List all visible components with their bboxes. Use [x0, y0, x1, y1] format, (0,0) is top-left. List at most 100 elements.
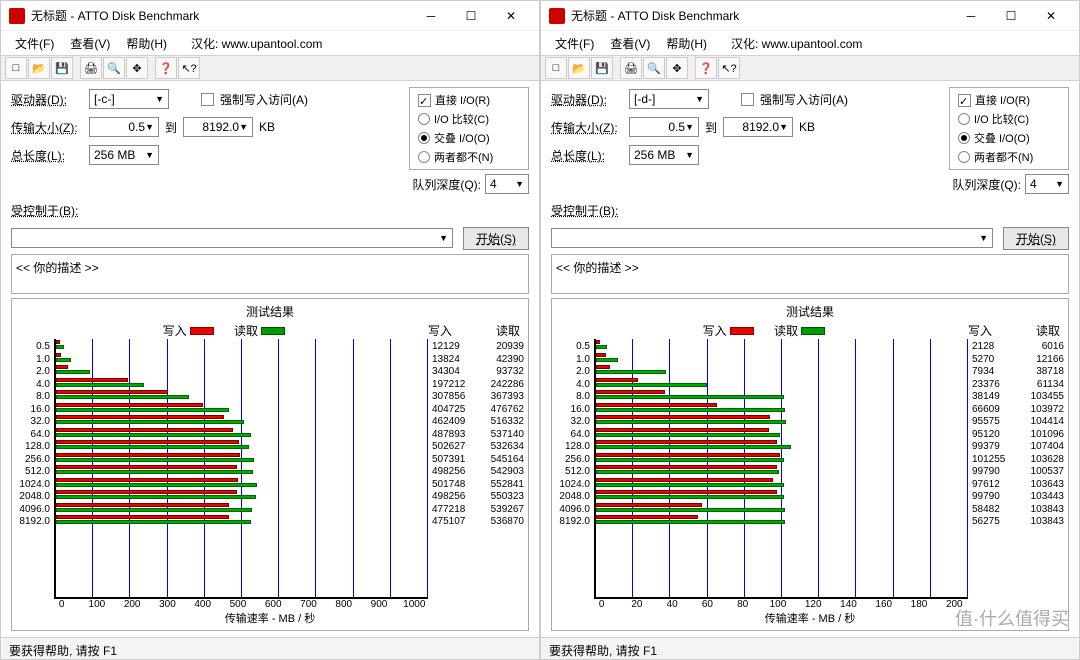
io-frame: ✓直接 I/O(R) I/O 比较(C) 交叠 I/O(O) 两者都不(N)	[949, 87, 1069, 170]
minimize-button[interactable]: ─	[951, 2, 991, 30]
value-row: 502627532634	[432, 441, 524, 454]
write-bar	[56, 490, 237, 494]
value-row: 404725476762	[432, 404, 524, 417]
col-headers: 写入读取	[968, 322, 1060, 339]
write-bar	[56, 465, 237, 469]
value-row: 99790100537	[972, 466, 1064, 479]
x-tick: 300	[150, 599, 185, 610]
toolbar-button[interactable]: ↖?	[178, 57, 200, 79]
start-button[interactable]: 开始(S)	[463, 227, 529, 250]
y-tick: 32.0	[16, 416, 50, 429]
controlled-select[interactable]: ▼	[551, 228, 993, 248]
x-tick: 1000	[397, 599, 432, 610]
menu-view[interactable]: 查看(V)	[604, 33, 656, 54]
x-tick: 40	[655, 599, 690, 610]
toolbar-button[interactable]: 🖨	[80, 57, 102, 79]
x-tick: 0	[44, 599, 79, 610]
toolbar-button[interactable]: 💾	[591, 57, 613, 79]
total-select[interactable]: 256 MB▼	[89, 145, 159, 165]
toolbar-button[interactable]: □	[545, 57, 567, 79]
toolbar-button[interactable]: 📂	[568, 57, 590, 79]
toolbar-button[interactable]: 🖨	[620, 57, 642, 79]
x-tick: 100	[79, 599, 114, 610]
close-button[interactable]: ✕	[1031, 2, 1071, 30]
transfer-from-select[interactable]: 0.5▼	[89, 117, 159, 137]
start-button[interactable]: 开始(S)	[1003, 227, 1069, 250]
toolbar-button[interactable]: ❓	[155, 57, 177, 79]
bar-row	[56, 352, 428, 365]
direct-io-checkbox[interactable]: ✓	[418, 94, 431, 107]
drive-select[interactable]: [-d-]▼	[629, 89, 709, 109]
write-bar	[56, 353, 61, 357]
io-compare-label: I/O 比较(C)	[434, 111, 489, 127]
bar-row	[596, 489, 968, 502]
toolbar-button[interactable]: ✥	[126, 57, 148, 79]
overlap-io-radio[interactable]	[958, 132, 970, 144]
toolbar-button[interactable]: ↖?	[718, 57, 740, 79]
toolbar-button[interactable]: □	[5, 57, 27, 79]
menu-file[interactable]: 文件(F)	[9, 33, 60, 54]
value-row: 462409516332	[432, 416, 524, 429]
toolbar-button[interactable]: ✥	[666, 57, 688, 79]
legend-read: 读取	[234, 322, 285, 339]
x-axis-label: 传输速率 - MB / 秒	[556, 610, 1064, 626]
transfer-from-select[interactable]: 0.5▼	[629, 117, 699, 137]
controlled-select[interactable]: ▼	[11, 228, 453, 248]
x-tick: 700	[291, 599, 326, 610]
close-button[interactable]: ✕	[491, 2, 531, 30]
maximize-button[interactable]: ☐	[991, 2, 1031, 30]
toolbar-button[interactable]: 🔍	[103, 57, 125, 79]
total-select[interactable]: 256 MB▼	[629, 145, 699, 165]
y-tick: 128.0	[556, 441, 590, 454]
force-write-checkbox[interactable]	[741, 93, 754, 106]
drive-select[interactable]: [-c-]▼	[89, 89, 169, 109]
x-tick: 900	[361, 599, 396, 610]
qdepth-select[interactable]: 4▼	[1025, 174, 1069, 194]
read-bar	[56, 358, 71, 362]
value-row: 487893537140	[432, 429, 524, 442]
qdepth-label: 队列深度(Q):	[412, 176, 481, 193]
menu-help[interactable]: 帮助(H)	[120, 33, 173, 54]
write-bar	[596, 403, 717, 407]
y-tick: 4.0	[16, 379, 50, 392]
y-tick: 1024.0	[16, 479, 50, 492]
write-bar	[596, 353, 606, 357]
direct-io-checkbox[interactable]: ✓	[958, 94, 971, 107]
minimize-button[interactable]: ─	[411, 2, 451, 30]
neither-radio[interactable]	[958, 151, 970, 163]
read-bar	[56, 345, 64, 349]
maximize-button[interactable]: ☐	[451, 2, 491, 30]
bar-row	[56, 477, 428, 490]
transfer-to-select[interactable]: 8192.0▼	[183, 117, 253, 137]
read-bar	[56, 433, 251, 437]
y-tick: 0.5	[556, 341, 590, 354]
write-bar	[596, 440, 777, 444]
read-bar	[56, 508, 252, 512]
qdepth-select[interactable]: 4▼	[485, 174, 529, 194]
menu-view[interactable]: 查看(V)	[64, 33, 116, 54]
toolbar-button[interactable]: 📂	[28, 57, 50, 79]
drive-label: 驱动器(D):	[551, 91, 623, 108]
menu-help[interactable]: 帮助(H)	[660, 33, 713, 54]
toolbar-button[interactable]: 💾	[51, 57, 73, 79]
read-bar	[56, 495, 256, 499]
toolbar-button[interactable]: ❓	[695, 57, 717, 79]
x-tick: 140	[831, 599, 866, 610]
read-bar	[596, 483, 784, 487]
io-compare-radio[interactable]	[958, 113, 970, 125]
window-title: 无标题 - ATTO Disk Benchmark	[31, 7, 411, 24]
description-box[interactable]: << 你的描述 >>	[551, 254, 1069, 294]
y-tick: 4.0	[556, 379, 590, 392]
menu-file[interactable]: 文件(F)	[549, 33, 600, 54]
neither-radio[interactable]	[418, 151, 430, 163]
write-bar	[56, 340, 60, 344]
transfer-to-select[interactable]: 8192.0▼	[723, 117, 793, 137]
force-write-checkbox[interactable]	[201, 93, 214, 106]
toolbar-button[interactable]: 🔍	[643, 57, 665, 79]
overlap-io-radio[interactable]	[418, 132, 430, 144]
description-box[interactable]: << 你的描述 >>	[11, 254, 529, 294]
read-bar	[596, 370, 666, 374]
x-axis: 020406080100120140160180200	[556, 599, 972, 610]
chart-area	[594, 339, 968, 599]
io-compare-radio[interactable]	[418, 113, 430, 125]
